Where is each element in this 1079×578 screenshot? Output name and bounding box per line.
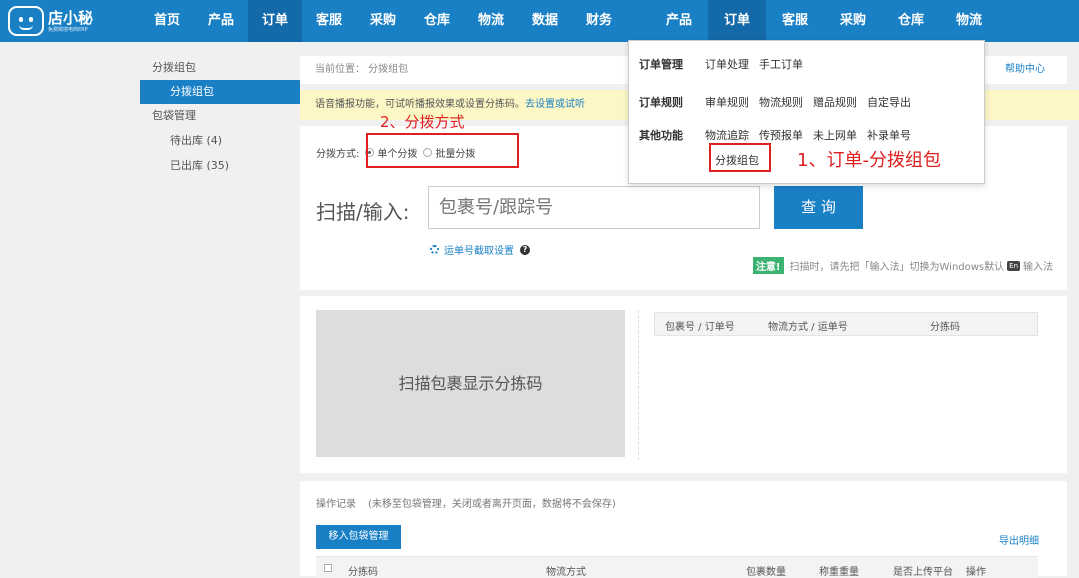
col-logistics: 物流方式 / 运单号 bbox=[768, 322, 848, 333]
log-panel: 操作记录 (未移至包袋管理，关闭或者离开页面，数据将不会保存) 移入包袋管理 导出… bbox=[300, 481, 1067, 578]
nav-item-logistics[interactable]: 物流 bbox=[464, 0, 518, 42]
sidebar-item-pending[interactable]: 待出库 (4) bbox=[140, 128, 300, 153]
tracking-setting[interactable]: 运单号截取设置 ? bbox=[430, 242, 530, 257]
tracking-setting-link[interactable]: 运单号截取设置 bbox=[444, 242, 514, 257]
sidebar-item-shipped[interactable]: 已出库 (35) bbox=[140, 153, 300, 178]
overlay-nav: 产品 订单 客服 采购 仓库 物流 bbox=[650, 0, 998, 42]
nav-item-purchase[interactable]: 采购 bbox=[356, 0, 410, 42]
help-center-link[interactable]: 帮助中心 bbox=[1005, 56, 1045, 84]
menu-cat-other: 其他功能 bbox=[639, 129, 683, 142]
col-package: 包裹号 / 订单号 bbox=[665, 322, 735, 333]
log-note: (未移至包袋管理，关闭或者离开页面，数据将不会保存) bbox=[368, 499, 616, 510]
overlay-nav-product[interactable]: 产品 bbox=[650, 0, 708, 42]
result-panel: 扫描包裹显示分拣码 包裹号 / 订单号 物流方式 / 运单号 分拣码 bbox=[300, 296, 1067, 473]
tip-text-end: 输入法 bbox=[1023, 262, 1053, 273]
overlay-nav-warehouse[interactable]: 仓库 bbox=[882, 0, 940, 42]
menu-custom-export[interactable]: 自定导出 bbox=[867, 94, 911, 110]
query-button[interactable]: 查 询 bbox=[774, 186, 863, 229]
col-sort-code: 分拣码 bbox=[930, 322, 960, 333]
sort-code-display: 扫描包裹显示分拣码 bbox=[316, 310, 625, 457]
sidebar-group-packing[interactable]: 分拨组包 bbox=[140, 56, 300, 80]
menu-audit-rules[interactable]: 审单规则 bbox=[705, 94, 749, 110]
sidebar-item-packing[interactable]: 分拨组包 bbox=[140, 80, 300, 104]
overlay-nav-service[interactable]: 客服 bbox=[766, 0, 824, 42]
overlay-nav-logistics[interactable]: 物流 bbox=[940, 0, 998, 42]
nav-item-data[interactable]: 数据 bbox=[518, 0, 572, 42]
menu-logistics-rules[interactable]: 物流规则 bbox=[759, 94, 803, 110]
overlay-nav-order[interactable]: 订单 bbox=[708, 0, 766, 42]
top-nav-bar: 店小秘 免费跨境电商ERP 首页 产品 订单 客服 采购 仓库 物流 数据 财务… bbox=[0, 0, 1079, 42]
logo-name: 店小秘 bbox=[48, 8, 94, 27]
result-table-header: 包裹号 / 订单号 物流方式 / 运单号 分拣码 bbox=[654, 312, 1038, 336]
menu-order-process[interactable]: 订单处理 bbox=[705, 56, 749, 72]
annotation-label-mode: 2、分拨方式 bbox=[380, 113, 465, 131]
nav-item-product[interactable]: 产品 bbox=[194, 0, 248, 42]
menu-row-order-manage: 订单管理 订单处理 手工订单 bbox=[629, 56, 813, 72]
menu-supplement-number[interactable]: 补录单号 bbox=[867, 127, 911, 143]
nav-item-service[interactable]: 客服 bbox=[302, 0, 356, 42]
nav-item-home[interactable]: 首页 bbox=[140, 0, 194, 42]
menu-manual-order[interactable]: 手工订单 bbox=[759, 56, 803, 72]
menu-row-order-rules: 订单规则 审单规则 物流规则 赠品规则 自定导出 bbox=[629, 94, 921, 110]
notice-settings-link[interactable]: 去设置或试听 bbox=[525, 99, 585, 110]
logo-subtitle: 免费跨境电商ERP bbox=[48, 26, 88, 33]
gear-icon bbox=[430, 245, 439, 254]
nav-item-finance[interactable]: 财务 bbox=[572, 0, 626, 42]
scan-input[interactable] bbox=[428, 186, 760, 229]
menu-gift-rules[interactable]: 赠品规则 bbox=[813, 94, 857, 110]
overlay-nav-purchase[interactable]: 采购 bbox=[824, 0, 882, 42]
select-all-checkbox[interactable] bbox=[324, 564, 332, 572]
notice-text: 语音播报功能，可试听播报效果或设置分拣码。 bbox=[315, 99, 525, 110]
help-icon[interactable]: ? bbox=[520, 244, 530, 255]
en-icon: En bbox=[1007, 260, 1020, 271]
annotation-label-menu: 1、订单-分拨组包 bbox=[797, 150, 941, 171]
nav-item-order[interactable]: 订单 bbox=[248, 0, 302, 42]
log-title: 操作记录 (未移至包袋管理，关闭或者离开页面，数据将不会保存) bbox=[316, 495, 616, 510]
menu-cat-order-manage: 订单管理 bbox=[639, 58, 683, 71]
menu-cat-order-rules: 订单规则 bbox=[639, 96, 683, 109]
menu-tracking[interactable]: 物流追踪 bbox=[705, 127, 749, 143]
nav-item-warehouse[interactable]: 仓库 bbox=[410, 0, 464, 42]
main-nav: 首页 产品 订单 客服 采购 仓库 物流 数据 财务 bbox=[140, 0, 626, 42]
sidebar: 分拨组包 分拨组包 包袋管理 待出库 (4) 已出库 (35) bbox=[140, 56, 300, 178]
divider bbox=[638, 310, 639, 460]
annotation-box-menu bbox=[709, 143, 771, 172]
annotation-box-mode bbox=[366, 133, 519, 168]
sidebar-group-bags[interactable]: 包袋管理 bbox=[140, 104, 300, 128]
export-link[interactable]: 导出明细 bbox=[999, 532, 1039, 547]
tip-text: 扫描时，请先把「输入法」切换为Windows默认 bbox=[789, 262, 1005, 273]
ime-tip: 注意! 扫描时，请先把「输入法」切换为Windows默认 En 输入法 bbox=[752, 257, 1053, 274]
menu-not-online[interactable]: 未上网单 bbox=[813, 127, 857, 143]
tip-badge: 注意! bbox=[752, 257, 784, 274]
logo-face-icon bbox=[8, 6, 44, 36]
log-table-header: 分拣码 物流方式 包裹数量 称重重量 是否上传平台 操作 bbox=[316, 556, 1038, 578]
split-mode-label: 分拨方式: bbox=[316, 149, 360, 160]
move-to-bag-button[interactable]: 移入包袋管理 bbox=[316, 525, 401, 549]
menu-row-other: 其他功能 物流追踪 传预报单 未上网单 补录单号 bbox=[629, 127, 921, 143]
scan-label: 扫描/输入: bbox=[316, 200, 410, 224]
menu-forecast[interactable]: 传预报单 bbox=[759, 127, 803, 143]
logo[interactable]: 店小秘 免费跨境电商ERP bbox=[8, 6, 93, 36]
log-title-text: 操作记录 bbox=[316, 499, 356, 510]
